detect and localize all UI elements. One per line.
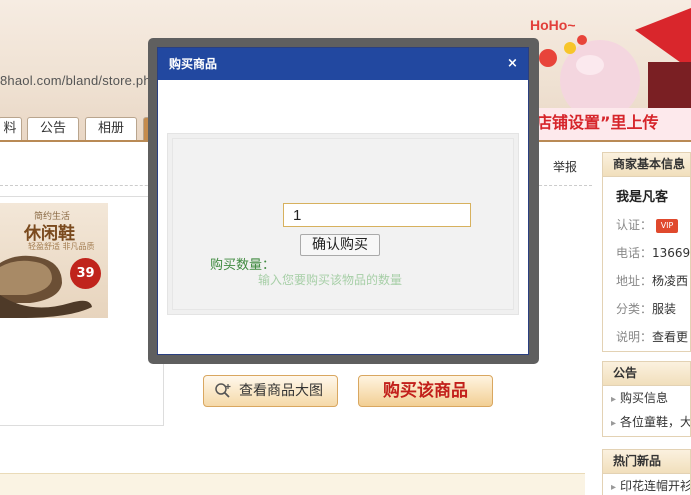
arrow-right-icon: ▸ [611, 418, 617, 429]
notice-item-label: 购买信息 [620, 391, 669, 405]
nav-tab-label: 公告 [39, 121, 66, 136]
info-value: 杨凌西 [652, 274, 689, 288]
notice-panel: 公告 ▸ 购买信息 ▸ 各位童鞋，大 [602, 361, 691, 437]
view-large-image-label: 查看商品大图 [239, 383, 323, 399]
nav-tab-profile[interactable]: 料 [0, 117, 22, 141]
info-key: 分类： [616, 302, 653, 316]
info-value: 13669 [652, 246, 690, 260]
info-row-description: 说明：查看更 [603, 323, 690, 351]
report-link[interactable]: 举报 [553, 158, 577, 175]
magnifier-icon [215, 383, 231, 398]
banner-balloon-art: HoHo~ 店铺设置”里上传 [530, 8, 691, 140]
hot-item[interactable]: ▸ 印花连帽开衫 [603, 474, 690, 495]
hot-item-label: 印花连帽开衫 [620, 479, 690, 493]
info-value[interactable]: 查看更 [652, 330, 688, 344]
info-row-category: 分类：服装 [603, 295, 690, 323]
seller-info-panel: 商家基本信息 我是凡客 认证： VIP 电话：13669 地址：杨凌西 分类：服装… [602, 152, 691, 352]
banner-hoho-text: HoHo~ [530, 17, 576, 33]
info-key: 地址： [616, 274, 653, 288]
info-key: 电话： [616, 246, 653, 260]
info-row-phone: 电话：13669 [603, 239, 690, 267]
hot-items-panel: 热门新品 ▸ 印花连帽开衫 [602, 449, 691, 495]
ad-line3: 轻盈舒适 非凡品质 [28, 242, 95, 251]
nav-tab-notice[interactable]: 公告 [27, 117, 79, 141]
quantity-input[interactable] [283, 203, 471, 227]
buy-dialog: 购买商品 × 购买数量： [157, 47, 529, 355]
hot-items-title: 热门新品 [603, 450, 690, 474]
product-thumbnail[interactable]: 简约生活 休闲鞋 轻盈舒适 非凡品质 39 [0, 203, 108, 318]
info-key: 说明： [616, 330, 653, 344]
notice-item[interactable]: ▸ 各位童鞋，大 [603, 410, 690, 434]
buy-product-button[interactable]: 购买该商品 [358, 375, 493, 407]
nav-tab-album[interactable]: 相册 [85, 117, 137, 141]
confirm-purchase-button[interactable]: 确认购买 [300, 234, 380, 256]
info-key: 认证： [616, 218, 653, 232]
buy-product-label: 购买该商品 [383, 381, 468, 401]
quantity-hint: 输入您要购买该物品的数量 [258, 273, 403, 287]
info-value[interactable]: 服装 [652, 302, 676, 316]
vip-badge: VIP [656, 218, 679, 233]
dialog-title: 购买商品 [169, 57, 218, 71]
view-large-image-button[interactable]: 查看商品大图 [203, 375, 338, 407]
notice-item[interactable]: ▸ 购买信息 [603, 386, 690, 410]
seller-name[interactable]: 我是凡客 [603, 177, 690, 211]
notice-title: 公告 [603, 362, 690, 386]
info-row-cert: 认证： VIP [603, 211, 690, 239]
close-icon[interactable]: × [505, 56, 520, 71]
bottom-bar [0, 473, 585, 495]
price-badge: 39 [70, 258, 101, 289]
nav-tab-label: 相册 [97, 121, 124, 136]
notice-item-label: 各位童鞋，大 [620, 415, 690, 429]
nav-tab-label: 料 [3, 121, 17, 136]
info-row-address: 地址：杨凌西 [603, 267, 690, 295]
url-text: 8haol.com/bland/store.ph [0, 73, 151, 88]
arrow-right-icon: ▸ [611, 394, 617, 405]
dialog-titlebar: 购买商品 × [158, 48, 528, 80]
seller-info-title: 商家基本信息 [603, 153, 690, 177]
arrow-right-icon: ▸ [611, 482, 617, 493]
banner-slogan-text: 店铺设置”里上传 [536, 113, 659, 132]
